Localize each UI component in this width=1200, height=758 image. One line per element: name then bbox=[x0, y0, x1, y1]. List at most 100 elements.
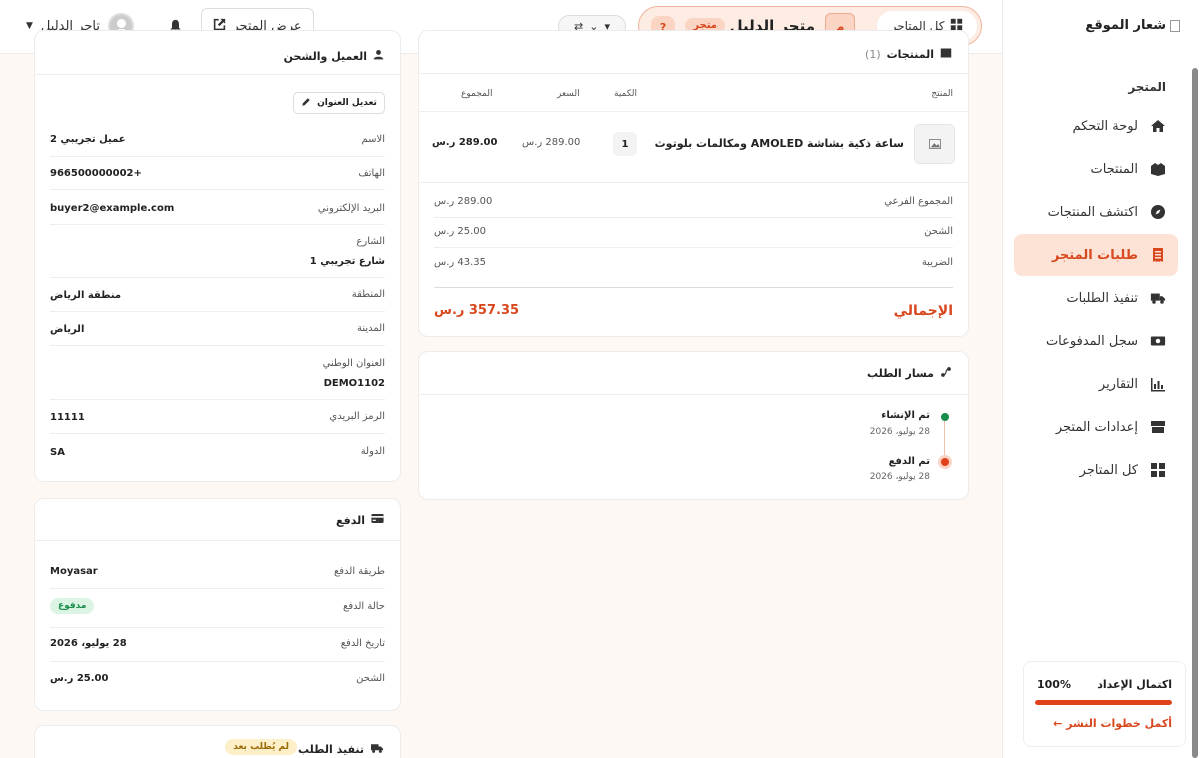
col-header-qty: الكمية bbox=[614, 89, 637, 99]
sidebar-scrollbar[interactable] bbox=[1192, 68, 1198, 758]
edit-address-button[interactable]: تعديل العنوان bbox=[293, 92, 385, 114]
setup-progress-card: اكتمال الإعداد 100% أكمل خطوات النشر ← bbox=[1023, 661, 1186, 747]
pencil-icon bbox=[301, 97, 311, 110]
site-logo[interactable]: شعار الموقع bbox=[1085, 18, 1180, 33]
divider bbox=[50, 311, 385, 312]
payment-date: 28 يوليو، 2026 bbox=[50, 638, 127, 649]
sidebar-item-label: المنتجات bbox=[1090, 161, 1138, 177]
customer-title: العميل والشحن bbox=[283, 49, 367, 63]
email-label: البريد الإلكتروني bbox=[317, 203, 385, 214]
subtotal-value: 289.00 ر.س bbox=[434, 196, 493, 207]
payment-status-label: حالة الدفع bbox=[343, 601, 385, 612]
sidebar-item-label: إعدادات المتجر bbox=[1055, 419, 1138, 435]
sidebar-item-products[interactable]: المنتجات bbox=[1014, 148, 1178, 190]
divider bbox=[50, 433, 385, 434]
customer-country: SA bbox=[50, 447, 65, 458]
fulfillment-card: تنفيذ الطلب لم يُطلب بعد bbox=[34, 725, 401, 758]
sidebar-item-discover[interactable]: اكتشف المنتجات bbox=[1014, 191, 1178, 233]
timeline-event-date: 28 يوليو، 2026 bbox=[869, 427, 930, 437]
sidebar-item-payments[interactable]: سجل المدفوعات bbox=[1014, 320, 1178, 362]
sidebar-item-label: التقارير bbox=[1098, 376, 1138, 392]
customer-postal: 11111 bbox=[50, 412, 85, 423]
timeline-dot bbox=[941, 413, 949, 421]
divider bbox=[50, 189, 385, 190]
payment-title: الدفع bbox=[336, 513, 365, 527]
fulfillment-header: تنفيذ الطلب bbox=[298, 742, 384, 757]
caret-down-icon: ▼ bbox=[26, 21, 33, 31]
street-label: الشارع bbox=[356, 236, 385, 247]
divider bbox=[419, 394, 968, 395]
sidebar-item-dashboard[interactable]: لوحة التحكم bbox=[1014, 105, 1178, 147]
divider bbox=[50, 224, 385, 225]
divider bbox=[419, 73, 968, 74]
logo-text: شعار الموقع bbox=[1085, 18, 1166, 33]
product-qty: 1 bbox=[613, 132, 637, 156]
setup-title: اكتمال الإعداد bbox=[1097, 678, 1172, 691]
product-line-total: 289.00 ر.س bbox=[432, 137, 498, 148]
products-header: المنتجات (1) bbox=[865, 47, 952, 62]
customer-street: شارع تجريبي 1 bbox=[309, 256, 385, 267]
divider bbox=[50, 588, 385, 589]
divider bbox=[35, 540, 400, 541]
timeline-event-title: تم الإنشاء bbox=[881, 410, 930, 421]
timeline-event-title: تم الدفع bbox=[888, 456, 930, 467]
setup-progress-fill bbox=[1035, 700, 1172, 705]
payment-header: الدفع bbox=[336, 513, 384, 527]
sidebar-item-reports[interactable]: التقارير bbox=[1014, 363, 1178, 405]
divider bbox=[35, 74, 400, 75]
tax-label: الضريبة bbox=[921, 257, 953, 268]
payment-method: Moyasar bbox=[50, 566, 98, 577]
sidebar: شعار الموقع المتجر لوحة التحكم المنتجات … bbox=[1002, 0, 1200, 758]
sidebar-item-label: طلبات المتجر bbox=[1051, 247, 1138, 263]
store-icon bbox=[1150, 419, 1166, 435]
timeline-title: مسار الطلب bbox=[866, 367, 934, 380]
sidebar-item-store-orders[interactable]: طلبات المتجر bbox=[1014, 234, 1178, 276]
truck-icon bbox=[370, 742, 384, 757]
divider bbox=[419, 111, 968, 112]
status-badge: مدفوع bbox=[50, 598, 95, 614]
grand-total-value: 357.35 ر.س bbox=[434, 303, 520, 318]
complete-publish-link[interactable]: أكمل خطوات النشر ← bbox=[1053, 717, 1172, 730]
customer-region: منطقة الرياض bbox=[50, 290, 122, 301]
customer-email: buyer2@example.com bbox=[50, 203, 175, 214]
fulfillment-title: تنفيذ الطلب bbox=[298, 743, 364, 756]
timeline-header: مسار الطلب bbox=[867, 366, 952, 381]
boxes-icon bbox=[1150, 161, 1166, 177]
home-icon bbox=[1150, 118, 1166, 134]
sidebar-item-label: سجل المدفوعات bbox=[1045, 333, 1138, 349]
product-name[interactable]: ساعة ذكية بشاشة AMOLED ومكالمات بلوتوث bbox=[655, 137, 904, 150]
scrollbar-thumb[interactable] bbox=[1192, 68, 1198, 758]
shipping-value: 25.00 ر.س bbox=[434, 226, 487, 237]
timeline-dot bbox=[938, 455, 952, 469]
sidebar-item-store-settings[interactable]: إعدادات المتجر bbox=[1014, 406, 1178, 448]
name-label: الاسم bbox=[361, 134, 385, 145]
sidebar-item-label: لوحة التحكم bbox=[1072, 118, 1138, 134]
products-count: (1) bbox=[865, 48, 881, 61]
payment-shipping-label: الشحن bbox=[356, 673, 385, 684]
tax-value: 43.35 ر.س bbox=[434, 257, 487, 268]
broken-image-icon bbox=[1170, 19, 1180, 32]
box-icon bbox=[940, 47, 952, 62]
subtotal-label: المجموع الفرعي bbox=[884, 196, 953, 207]
customer-phone: +966500000002 bbox=[50, 168, 142, 179]
customer-shipping-card: العميل والشحن تعديل العنوان الاسم عميل ت… bbox=[34, 30, 401, 482]
customer-header: العميل والشحن bbox=[284, 49, 384, 63]
sidebar-item-label: اكتشف المنتجات bbox=[1047, 204, 1138, 220]
divider bbox=[434, 287, 953, 288]
sidebar-item-fulfillment[interactable]: تنفيذ الطلبات bbox=[1014, 277, 1178, 319]
product-price: 289.00 ر.س bbox=[522, 137, 581, 148]
national-address-label: العنوان الوطني bbox=[322, 358, 385, 369]
divider bbox=[50, 661, 385, 662]
payment-date-label: تاريخ الدفع bbox=[340, 638, 385, 649]
divider bbox=[419, 182, 968, 183]
payment-method-label: طريقة الدفع bbox=[333, 566, 385, 577]
product-image-icon bbox=[914, 124, 955, 164]
divider bbox=[434, 247, 953, 248]
sidebar-nav: لوحة التحكم المنتجات اكتشف المنتجات طلبا… bbox=[1014, 105, 1178, 492]
sidebar-item-label: تنفيذ الطلبات bbox=[1066, 290, 1138, 306]
region-label: المنطقة bbox=[351, 289, 385, 300]
sidebar-item-all-stores[interactable]: كل المتاجر bbox=[1014, 449, 1178, 491]
setup-progress-bar bbox=[1035, 700, 1172, 705]
col-header-product: المنتج bbox=[931, 89, 953, 99]
divider bbox=[50, 399, 385, 400]
